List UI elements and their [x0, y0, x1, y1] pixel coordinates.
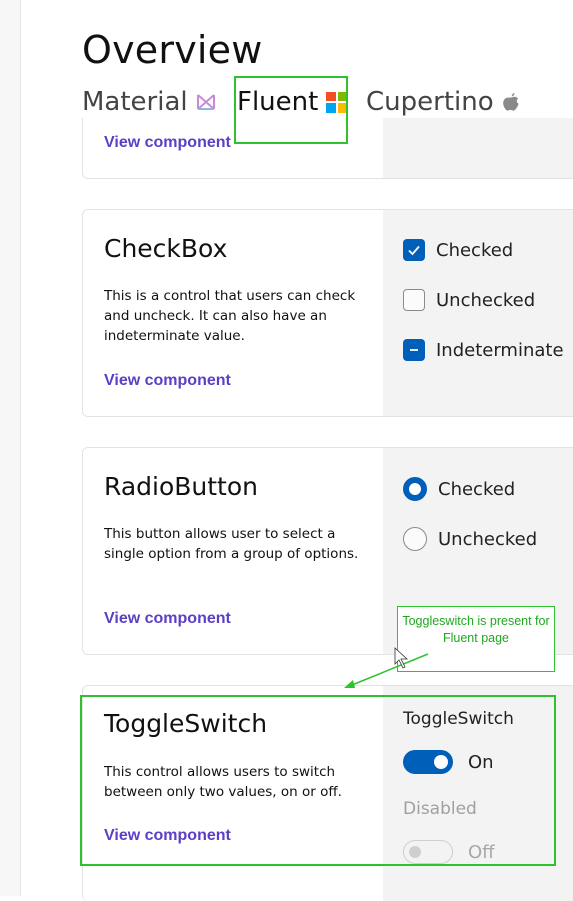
- annotation-arrow: [344, 647, 429, 688]
